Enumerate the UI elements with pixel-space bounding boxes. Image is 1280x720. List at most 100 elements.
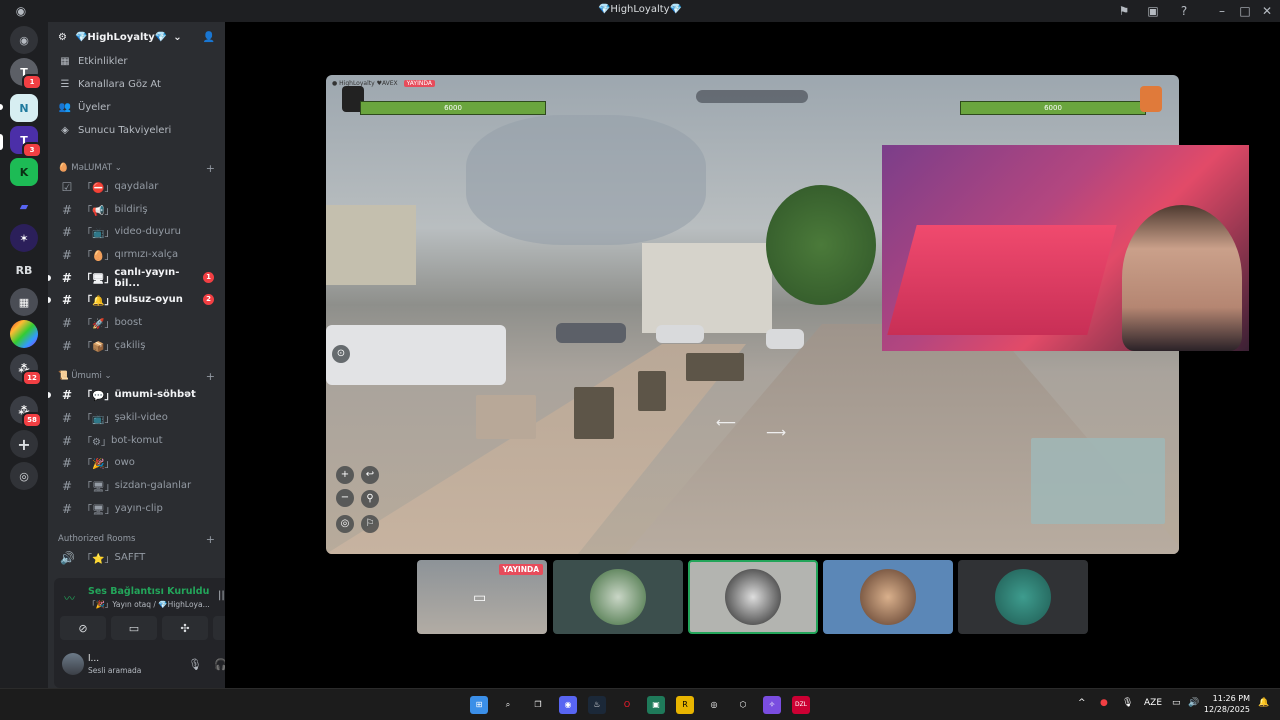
server-folder-icon[interactable]: ⁂ 12	[10, 354, 42, 386]
server-icon[interactable]: T1	[10, 58, 42, 90]
server-icon[interactable]: N	[10, 94, 38, 122]
add-server-icon[interactable]: +	[10, 430, 38, 458]
undo-icon[interactable]: ↩	[361, 466, 379, 484]
camera-off-button[interactable]: ⊘	[60, 616, 106, 640]
channel-cakilis[interactable]: # 「📦」 çakiliş	[56, 335, 218, 356]
server-icon-rb[interactable]: RB	[10, 256, 38, 284]
channel-pulsuz-oyun[interactable]: # 「🔔」 pulsuz-oyun 2	[48, 289, 218, 310]
language-indicator[interactable]: AZE	[1144, 698, 1162, 708]
server-icon[interactable]: ✶	[10, 224, 38, 252]
nav-server-boosts[interactable]: ◈ Sunucu Takviyeleri	[58, 120, 171, 140]
steam-icon[interactable]: ♨	[588, 696, 606, 714]
unread-indicator	[48, 391, 51, 398]
discover-icon[interactable]: ◎	[10, 462, 38, 490]
channel-yayin-clip[interactable]: # 「🖥」 yayın-clip	[56, 498, 218, 519]
nav-events[interactable]: ▦ Etkinlikler	[58, 51, 127, 71]
notification-icon[interactable]: 🔔	[1258, 698, 1269, 708]
app-icon[interactable]: ✧	[763, 696, 781, 714]
inbox-flag-icon[interactable]: ⚑	[1117, 4, 1131, 18]
rules-icon: ☑	[61, 179, 73, 194]
participant-tile[interactable]	[823, 560, 953, 634]
channel-video-duyuru[interactable]: # 「📺」 video-duyuru	[56, 221, 218, 242]
folder-icon[interactable]: ▰	[10, 192, 38, 220]
participant-tile[interactable]	[553, 560, 683, 634]
category-header[interactable]: 📜 Ümumi ⌄ +	[58, 369, 215, 383]
channel-owo[interactable]: # 「🎉」 owo	[56, 452, 218, 473]
compass-icon[interactable]: ⊙	[332, 345, 350, 363]
server-icon[interactable]: ▦	[10, 288, 38, 316]
channel-boost[interactable]: # 「🚀」 boost	[56, 312, 218, 333]
nav-arrow-icon[interactable]: ⟵	[716, 415, 736, 431]
close-button[interactable]: ✕	[1260, 4, 1274, 18]
nav-arrow-icon[interactable]: ⟶	[766, 425, 786, 441]
minimize-button[interactable]: –	[1215, 4, 1229, 18]
stream-thumbnail[interactable]: YAYINDA ▭	[417, 560, 547, 634]
zoom-out-button[interactable]: −	[336, 489, 354, 507]
category-header[interactable]: 🥚 MəLUMAT ⌄ +	[58, 161, 215, 175]
boost-icon: ◈	[61, 124, 69, 136]
channel-canli-yayin[interactable]: # 「🖥」 canlı-yayın-bil... 1	[48, 267, 218, 289]
nav-browse-channels[interactable]: ☰ Kanallara Göz At	[58, 74, 161, 94]
direct-messages-icon[interactable]: ◉	[10, 26, 38, 54]
car	[326, 325, 506, 385]
flag-icon[interactable]: ⚐	[361, 515, 379, 533]
add-channel-icon[interactable]: +	[206, 370, 215, 383]
start-icon[interactable]: ⊞	[470, 696, 488, 714]
opera-icon[interactable]: O	[618, 696, 636, 714]
server-icon-highloyalty[interactable]: T3	[10, 126, 42, 158]
mention-badge: 58	[22, 412, 42, 428]
channel-sizdan-galanlar[interactable]: # 「🖥」 sizdan-galanlar	[56, 475, 218, 496]
category-header[interactable]: Authorized Rooms +	[58, 532, 215, 546]
nav-members[interactable]: 👥 Üyeler	[58, 97, 111, 117]
channel-qirmizi-xalca[interactable]: # 「🥚」 qırmızı-xalça	[56, 244, 218, 265]
activities-button[interactable]: ✣	[162, 616, 208, 640]
hash-icon: #	[61, 270, 72, 285]
microphone-icon[interactable]: 🎙	[188, 658, 202, 672]
mention-badge: 2	[203, 294, 214, 305]
server-icon[interactable]: K	[10, 158, 38, 186]
screen-share-button[interactable]: ▭	[111, 616, 157, 640]
user-name[interactable]: l...	[88, 654, 99, 664]
invite-icon[interactable]: 👤	[203, 32, 215, 43]
help-icon[interactable]: ?	[1177, 4, 1191, 18]
minimap[interactable]	[1031, 438, 1165, 524]
microphone-icon[interactable]: 🎙	[1122, 698, 1133, 708]
voice-channel-name[interactable]: 「🎉」Yayın otaq / 💎HighLoya...	[88, 599, 210, 610]
guild-header[interactable]: ⚙ 💎 HighLoyalty 💎 ⌄ 👤	[48, 22, 225, 52]
search-icon[interactable]: ⌕	[499, 696, 517, 714]
voice-status[interactable]: Ses Bağlantısı Kuruldu	[88, 586, 209, 597]
add-channel-icon[interactable]: +	[206, 533, 215, 546]
maximize-button[interactable]: □	[1238, 4, 1252, 18]
volume-icon[interactable]: 🔊	[1188, 698, 1199, 708]
channel-bildiris[interactable]: # 「📢」 bildiriş	[56, 199, 218, 220]
chrome-icon[interactable]: ◎	[705, 696, 723, 714]
hash-icon: #	[61, 315, 73, 330]
add-channel-icon[interactable]: +	[206, 162, 215, 175]
obs-icon[interactable]: ⬡	[734, 696, 752, 714]
channel-qaydalar[interactable]: ☑ 「⛔」 qaydalar	[56, 176, 218, 197]
server-folder-icon[interactable]: ⁂ 58	[10, 396, 42, 428]
channel-sidebar: ⚙ 💎 HighLoyalty 💎 ⌄ 👤 ▦ Etkinlikler ☰ Kanall…	[48, 22, 266, 688]
network-icon[interactable]: ▭	[1172, 698, 1181, 708]
task-view-icon[interactable]: ❐	[529, 696, 547, 714]
channel-umumi-sohbet[interactable]: # 「💬」 ümumi-söhbət	[48, 384, 218, 405]
app-icon[interactable]: ▣	[647, 696, 665, 714]
participant-tile-speaking[interactable]	[688, 560, 818, 634]
chevron-up-icon[interactable]: ^	[1078, 698, 1086, 708]
bed	[887, 225, 1117, 335]
discord-taskbar-icon[interactable]: ◉	[559, 696, 577, 714]
tray-app-icon[interactable]: ●	[1100, 698, 1108, 708]
channel-sekil-video[interactable]: # 「📺」 şəkil-video	[56, 407, 218, 428]
voice-channel-safft[interactable]: 🔊 「⭐」 SAFFT	[56, 547, 218, 568]
participant-tile[interactable]	[958, 560, 1088, 634]
channel-bot-komut[interactable]: # 「⚙」 bot-komut	[56, 430, 218, 451]
app-icon[interactable]: DZL	[792, 696, 810, 714]
target-icon[interactable]: ◎	[336, 515, 354, 533]
inbox-icon[interactable]: ▣	[1146, 4, 1160, 18]
avatar[interactable]	[62, 653, 84, 675]
clock[interactable]: 11:26 PM 12/28/2025	[1204, 693, 1250, 715]
app-icon[interactable]: R	[676, 696, 694, 714]
zoom-in-button[interactable]: +	[336, 466, 354, 484]
server-icon[interactable]	[10, 320, 38, 348]
location-pin-icon[interactable]: ⚲	[361, 490, 379, 508]
